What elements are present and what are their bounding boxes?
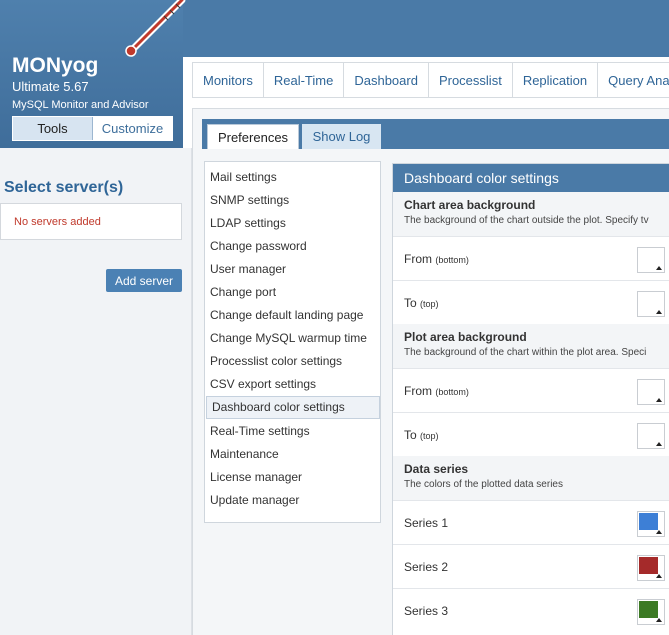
settings-item-snmp[interactable]: SNMP settings bbox=[205, 188, 380, 211]
dropdown-arrow-icon bbox=[656, 618, 662, 622]
series-1-row: Series 1 bbox=[393, 500, 669, 544]
color-fill bbox=[639, 513, 658, 530]
section-title: Data series bbox=[404, 462, 469, 476]
settings-item-warmup-time[interactable]: Change MySQL warmup time bbox=[205, 327, 380, 350]
row-label: From (bottom) bbox=[404, 383, 469, 398]
settings-item-change-port[interactable]: Change port bbox=[205, 280, 380, 303]
dropdown-arrow-icon bbox=[656, 574, 662, 578]
chart-area-from-row: From (bottom) bbox=[393, 236, 669, 280]
color-picker[interactable] bbox=[637, 599, 665, 625]
row-label: To (top) bbox=[404, 427, 439, 442]
settings-item-landing-page[interactable]: Change default landing page bbox=[205, 304, 380, 327]
add-server-button[interactable]: Add server bbox=[106, 269, 182, 292]
tab-tools[interactable]: Tools bbox=[13, 117, 93, 140]
dropdown-arrow-icon bbox=[656, 310, 662, 314]
plot-area-from-row: From (bottom) bbox=[393, 368, 669, 412]
tab-customize[interactable]: Customize bbox=[93, 117, 172, 140]
settings-item-license-manager[interactable]: License manager bbox=[205, 465, 380, 488]
section-description: The background of the chart outside the … bbox=[404, 215, 649, 226]
row-label: From (bottom) bbox=[404, 251, 469, 266]
section-description: The colors of the plotted data series bbox=[404, 479, 563, 490]
row-label: Series 2 bbox=[404, 559, 449, 574]
brand-panel: MONyog Ultimate 5.67 MySQL Monitor and A… bbox=[0, 0, 186, 148]
header-bar bbox=[183, 0, 669, 57]
settings-item-ldap[interactable]: LDAP settings bbox=[205, 211, 380, 234]
settings-item-mail[interactable]: Mail settings bbox=[205, 165, 380, 188]
app-tagline: MySQL Monitor and Advisor bbox=[12, 99, 149, 111]
plot-area-to-row: To (top) bbox=[393, 412, 669, 456]
row-label: Series 3 bbox=[404, 603, 449, 618]
row-label: To (top) bbox=[404, 295, 439, 310]
tab-show-log[interactable]: Show Log bbox=[302, 124, 381, 149]
tab-preferences[interactable]: Preferences bbox=[207, 124, 299, 149]
series-3-row: Series 3 bbox=[393, 588, 669, 632]
settings-item-update-manager[interactable]: Update manager bbox=[205, 488, 380, 511]
nav-processlist[interactable]: Processlist bbox=[429, 63, 513, 97]
nav-dashboard[interactable]: Dashboard bbox=[344, 63, 429, 97]
settings-item-processlist-colors[interactable]: Processlist color settings bbox=[205, 350, 380, 373]
nav-replication[interactable]: Replication bbox=[513, 63, 599, 97]
series-2-row: Series 2 bbox=[393, 544, 669, 588]
no-servers-message: No servers added bbox=[14, 216, 101, 228]
settings-item-dashboard-colors[interactable]: Dashboard color settings bbox=[206, 395, 380, 420]
color-fill bbox=[639, 557, 658, 574]
color-fill bbox=[639, 601, 658, 618]
dropdown-arrow-icon bbox=[656, 530, 662, 534]
dropdown-arrow-icon bbox=[656, 266, 662, 270]
color-picker[interactable] bbox=[637, 511, 665, 537]
sub-tab-bar: Preferences Show Log bbox=[202, 119, 669, 149]
section-description: The background of the chart within the p… bbox=[404, 347, 647, 358]
settings-item-change-password[interactable]: Change password bbox=[205, 234, 380, 257]
dropdown-arrow-icon bbox=[656, 442, 662, 446]
section-plot-area: Plot area background The background of t… bbox=[393, 324, 669, 368]
content-panel: Preferences Show Log Mail settings SNMP … bbox=[192, 108, 669, 635]
detail-panel: Dashboard color settings Chart area back… bbox=[392, 163, 669, 635]
color-picker[interactable] bbox=[637, 379, 665, 405]
settings-item-maintenance[interactable]: Maintenance bbox=[205, 442, 380, 465]
color-picker[interactable] bbox=[637, 247, 665, 273]
dropdown-arrow-icon bbox=[656, 398, 662, 402]
nav-monitors[interactable]: Monitors bbox=[193, 63, 264, 97]
color-picker[interactable] bbox=[637, 423, 665, 449]
app-version: Ultimate 5.67 bbox=[12, 79, 89, 94]
detail-title: Dashboard color settings bbox=[393, 164, 669, 192]
server-sidebar: Select server(s) No servers added Add se… bbox=[0, 148, 192, 635]
select-servers-heading: Select server(s) bbox=[4, 179, 124, 196]
main-nav: Monitors Real-Time Dashboard Processlist… bbox=[192, 62, 669, 98]
settings-list: Mail settings SNMP settings LDAP setting… bbox=[204, 161, 381, 523]
section-chart-area: Chart area background The background of … bbox=[393, 192, 669, 236]
thermometer-logo-icon bbox=[125, 0, 186, 57]
section-data-series: Data series The colors of the plotted da… bbox=[393, 456, 669, 500]
settings-item-real-time[interactable]: Real-Time settings bbox=[205, 419, 380, 442]
section-title: Chart area background bbox=[404, 198, 536, 212]
settings-item-csv-export[interactable]: CSV export settings bbox=[205, 373, 380, 396]
color-picker[interactable] bbox=[637, 555, 665, 581]
app-title: MONyog bbox=[12, 54, 99, 77]
section-title: Plot area background bbox=[404, 330, 527, 344]
nav-real-time[interactable]: Real-Time bbox=[264, 63, 345, 97]
row-label: Series 1 bbox=[404, 515, 449, 530]
chart-area-to-row: To (top) bbox=[393, 280, 669, 324]
settings-item-user-manager[interactable]: User manager bbox=[205, 257, 380, 280]
server-list: No servers added bbox=[0, 203, 182, 240]
color-picker[interactable] bbox=[637, 291, 665, 317]
mode-switch: Tools Customize bbox=[12, 116, 173, 141]
nav-query-analyzer[interactable]: Query Analyz bbox=[598, 63, 669, 97]
